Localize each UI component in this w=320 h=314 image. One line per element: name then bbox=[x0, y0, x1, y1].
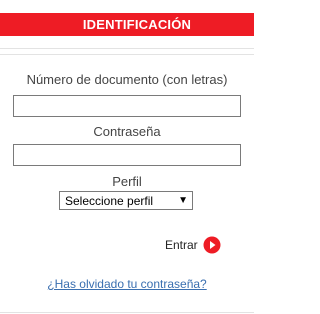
profile-select[interactable]: Seleccione perfil ▼ bbox=[59, 191, 193, 210]
enter-label: Entrar bbox=[165, 238, 198, 252]
profile-selected-value: Seleccione perfil bbox=[65, 193, 154, 208]
document-input[interactable] bbox=[13, 95, 241, 117]
enter-button[interactable]: Entrar bbox=[165, 236, 221, 254]
divider bbox=[0, 54, 254, 55]
document-label: Número de documento (con letras) bbox=[26, 72, 228, 87]
forgot-password-link[interactable]: ¿Has olvidado tu contraseña? bbox=[0, 277, 254, 291]
login-panel: IDENTIFICACIÓN Número de documento (con … bbox=[0, 0, 254, 314]
header-bar: IDENTIFICACIÓN bbox=[0, 13, 254, 36]
divider bbox=[0, 48, 254, 49]
password-input[interactable] bbox=[13, 144, 241, 166]
profile-label: Perfil bbox=[112, 174, 142, 189]
password-label: Contraseña bbox=[93, 124, 161, 139]
panel-title: IDENTIFICACIÓN bbox=[82, 17, 192, 32]
divider bbox=[0, 312, 254, 313]
arrow-right-circle-icon bbox=[203, 236, 221, 254]
chevron-down-icon: ▼ bbox=[178, 194, 188, 206]
